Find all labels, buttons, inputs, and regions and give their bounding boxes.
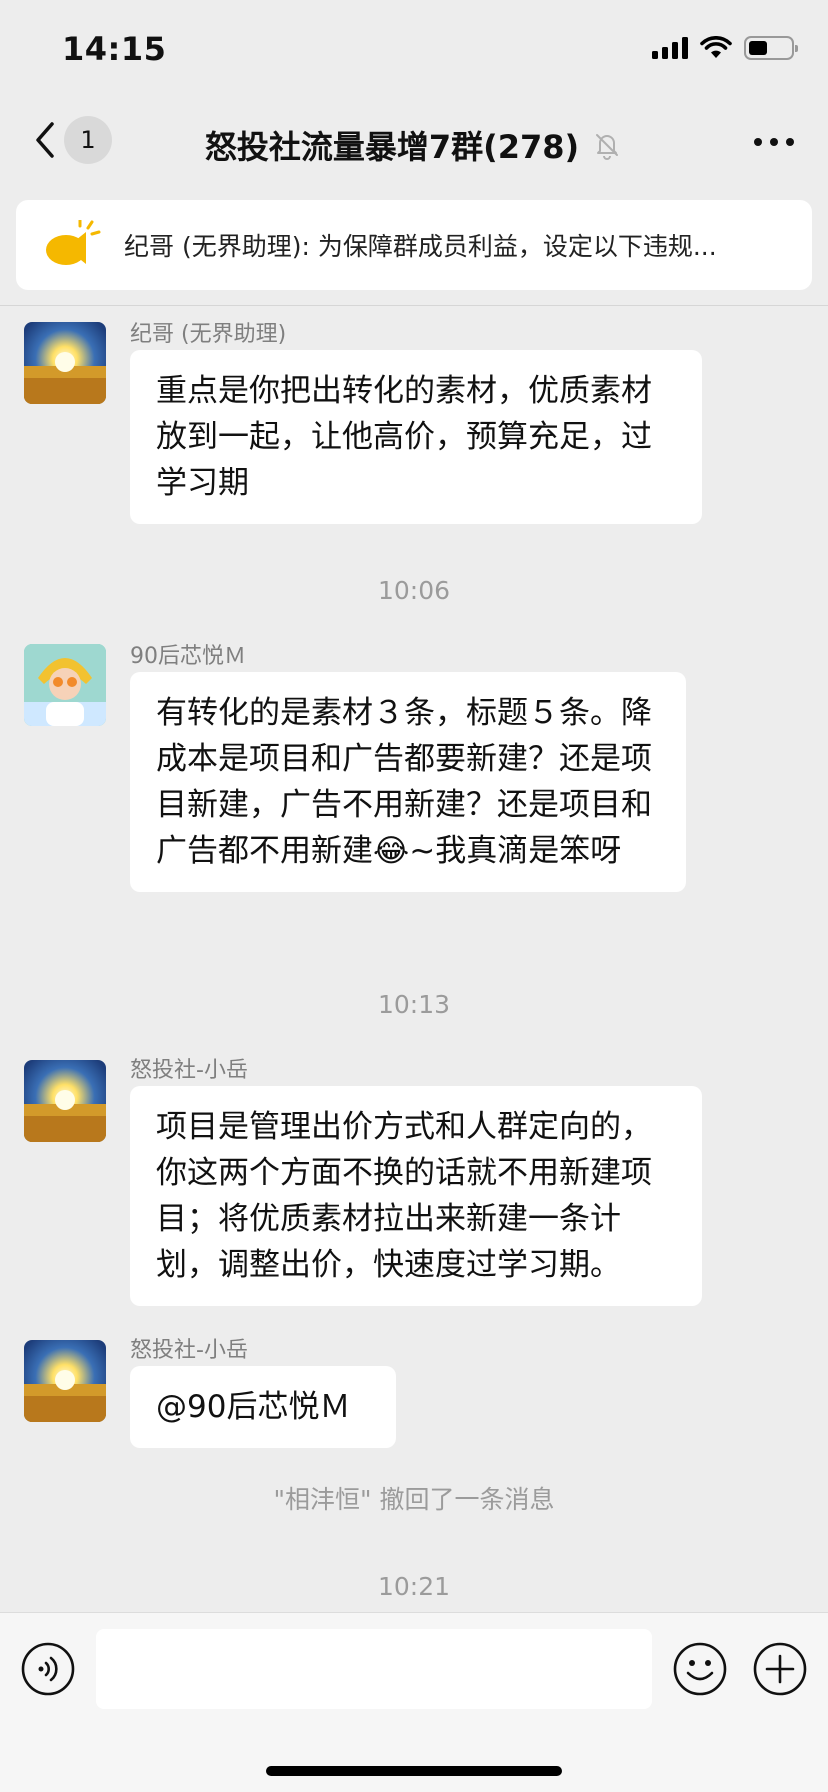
message-bubble[interactable]: 项目是管理出价方式和人群定向的，你这两个方面不换的话就不用新建项目；将优质素材拉… [130, 1086, 702, 1306]
speaker-announcement-icon [46, 220, 101, 265]
dot-icon [770, 138, 778, 146]
message-sender: 纪哥 (无界助理) [130, 322, 287, 347]
dot-icon [754, 138, 762, 146]
wifi-icon [700, 36, 732, 58]
voice-icon [21, 1642, 75, 1696]
avatar[interactable] [24, 1060, 106, 1142]
more-options-button[interactable] [754, 138, 794, 146]
message-bubble[interactable]: 有转化的是素材３条，标题５条。降成本是项目和广告都要新建？还是项目新建，广告不用… [130, 672, 686, 892]
input-bar [0, 1612, 828, 1792]
message-input[interactable] [96, 1629, 652, 1709]
message-bubble[interactable]: 重点是你把出转化的素材，优质素材放到一起，让他高价，预算充足，过学习期 [130, 350, 702, 524]
sunset-field-avatar-icon [24, 322, 106, 404]
avatar[interactable] [24, 644, 106, 726]
voice-input-button[interactable] [20, 1641, 76, 1697]
more-functions-button[interactable] [752, 1641, 808, 1697]
emoji-button[interactable] [672, 1641, 728, 1697]
battery-icon [744, 36, 798, 60]
message-sender: 怒投社-小岳 [130, 1338, 248, 1363]
chat-screen: 14:15 1 怒投社流量暴增7群(278) 纪哥 (无界助理): 为保障群成员… [0, 0, 828, 1792]
home-indicator[interactable] [266, 1766, 562, 1776]
avatar[interactable] [24, 322, 106, 404]
divider [0, 305, 828, 306]
sunset-field-avatar-icon [24, 1340, 106, 1422]
message-sender: 怒投社-小岳 [130, 1058, 248, 1083]
recall-notice: "相沣恒" 撤回了一条消息 [273, 1485, 555, 1514]
status-bar: 14:15 [0, 0, 828, 100]
status-time: 14:15 [62, 30, 167, 68]
plus-circle-icon [753, 1642, 807, 1696]
cartoon-girl-avatar-icon [24, 644, 106, 726]
timestamp: 10:13 [377, 990, 451, 1019]
nav-title-bar: 怒投社流量暴增7群(278) [0, 122, 828, 168]
avatar[interactable] [24, 1340, 106, 1422]
smiley-face-icon [673, 1642, 727, 1696]
chat-title[interactable]: 怒投社流量暴增7群(278) [205, 122, 579, 168]
timestamp: 10:06 [377, 576, 451, 605]
message-bubble[interactable]: @90后芯悦Ｍ [130, 1366, 396, 1448]
sunset-field-avatar-icon [24, 1060, 106, 1142]
status-icons [652, 36, 798, 60]
message-sender: 90后芯悦Ｍ [130, 644, 246, 669]
group-notice-banner[interactable]: 纪哥 (无界助理): 为保障群成员利益，设定以下违规... [16, 200, 812, 290]
cellular-signal-icon [652, 37, 688, 59]
mute-bell-icon [596, 134, 619, 160]
notice-text: 纪哥 (无界助理): 为保障群成员利益，设定以下违规... [124, 232, 717, 261]
timestamp: 10:21 [377, 1572, 451, 1601]
dot-icon [786, 138, 794, 146]
